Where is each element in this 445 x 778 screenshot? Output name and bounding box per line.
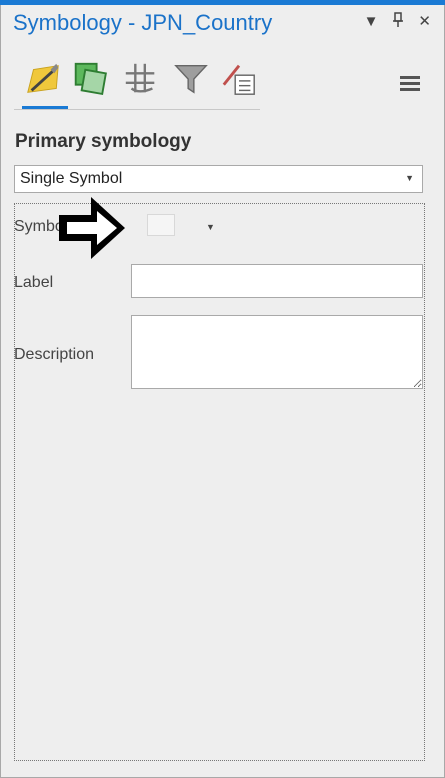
layered-squares-icon	[74, 62, 107, 96]
symbology-type-select[interactable]: Single Symbol ▼	[14, 165, 423, 193]
pane-options-dropdown-icon[interactable]: ▼	[364, 14, 379, 30]
tab-primary-symbology[interactable]	[24, 60, 64, 100]
tab-symbol-classes[interactable]	[172, 60, 212, 100]
symbology-type-value: Single Symbol	[20, 170, 123, 187]
description-field-label: Description	[14, 346, 95, 363]
close-icon[interactable]: ✕	[418, 14, 431, 30]
section-title: Primary symbology	[15, 131, 192, 152]
label-field-label: Label	[14, 274, 54, 291]
pane-accent-bar	[0, 0, 445, 5]
tab-vary-symbology[interactable]	[70, 60, 110, 100]
tab-divider	[14, 109, 260, 110]
description-input[interactable]	[131, 315, 423, 389]
filter-icon	[174, 64, 208, 94]
label-input[interactable]	[131, 264, 423, 298]
pane-title: Symbology - JPN_Country	[13, 10, 273, 35]
symbol-dropdown-icon[interactable]: ▼	[206, 222, 215, 232]
pin-icon[interactable]	[392, 12, 404, 32]
symbol-swatch[interactable]	[147, 214, 175, 236]
pane-title-controls: ▼ ✕	[364, 12, 431, 32]
brush-list-icon	[222, 64, 255, 95]
arrow-right-icon	[59, 197, 125, 259]
symbology-tabs	[14, 60, 260, 110]
chevron-down-icon: ▼	[405, 173, 414, 183]
hashed-layers-icon	[125, 63, 155, 93]
tab-symbol-properties[interactable]	[220, 60, 260, 100]
paintbrush-polygon-icon	[27, 63, 59, 93]
tab-symbol-layer-drawing[interactable]	[122, 60, 162, 100]
hamburger-menu-icon[interactable]	[400, 76, 420, 92]
